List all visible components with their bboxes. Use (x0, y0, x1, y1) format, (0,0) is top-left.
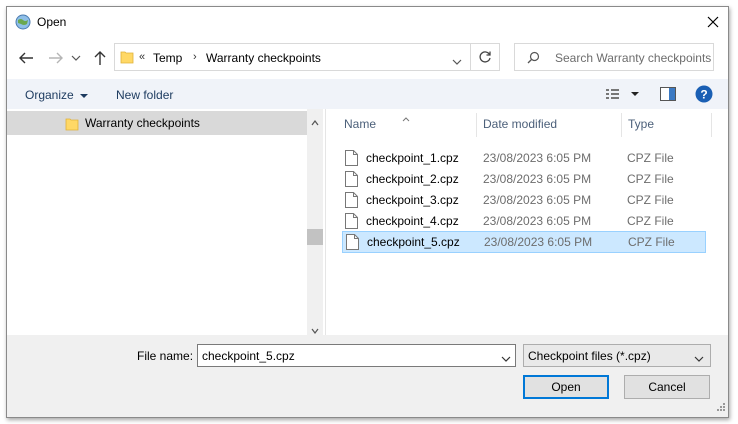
chevron-up-icon (311, 120, 319, 126)
file-list: Name Date modified Type checkpoint_1.cpz… (326, 109, 728, 335)
column-header-name[interactable]: Name (344, 117, 376, 143)
open-dialog: Open « Temp › Warranty checkpoints Searc… (6, 6, 729, 418)
close-icon (707, 16, 719, 28)
address-overflow[interactable]: « (139, 51, 145, 63)
address-dropdown[interactable] (452, 54, 462, 68)
file-name-value: checkpoint_5.cpz (202, 349, 295, 363)
chevron-down-icon (452, 59, 462, 65)
file-icon (345, 213, 358, 232)
chevron-down-icon (71, 55, 81, 61)
preview-pane-button[interactable] (660, 87, 676, 104)
command-bar: Organize New folder ? (7, 79, 728, 109)
breadcrumb-temp[interactable]: Temp (153, 51, 182, 65)
file-type: CPZ File (628, 235, 675, 249)
search-icon (527, 51, 540, 67)
globe-icon (15, 14, 31, 30)
nav-scrollbar[interactable] (307, 109, 323, 335)
breadcrumb-separator: › (193, 51, 197, 63)
file-row[interactable]: checkpoint_2.cpz 23/08/2023 6:05 PM CPZ … (342, 169, 706, 190)
folder-icon (65, 117, 79, 134)
breadcrumb-warranty-checkpoints[interactable]: Warranty checkpoints (206, 51, 321, 65)
new-folder-button[interactable]: New folder (116, 88, 173, 102)
file-row[interactable]: checkpoint_4.cpz 23/08/2023 6:05 PM CPZ … (342, 211, 706, 232)
up-button[interactable] (90, 48, 110, 68)
column-name-label: Name (344, 117, 377, 131)
file-row[interactable]: checkpoint_3.cpz 23/08/2023 6:05 PM CPZ … (342, 190, 706, 211)
file-type-select[interactable]: Checkpoint files (*.cpz) (523, 344, 711, 367)
open-button[interactable]: Open (523, 375, 609, 399)
file-date: 23/08/2023 6:05 PM (483, 214, 592, 228)
arrow-left-icon (19, 52, 33, 64)
address-bar[interactable]: « Temp › Warranty checkpoints (114, 43, 471, 71)
chevron-down-icon (501, 356, 511, 362)
nav-item-label: Warranty checkpoints (85, 116, 200, 130)
back-button[interactable] (16, 48, 36, 68)
file-type: CPZ File (627, 151, 674, 165)
search-input[interactable]: Search Warranty checkpoints (555, 51, 711, 65)
file-name: checkpoint_4.cpz (366, 214, 459, 228)
file-row-selected[interactable]: checkpoint_5.cpz 23/08/2023 6:05 PM CPZ … (342, 231, 706, 253)
refresh-button[interactable] (470, 43, 500, 71)
file-name-input[interactable]: checkpoint_5.cpz (197, 344, 516, 367)
help-button[interactable]: ? (695, 85, 713, 106)
search-box[interactable]: Search Warranty checkpoints (514, 43, 714, 71)
file-type: CPZ File (627, 172, 674, 186)
help-icon: ? (695, 85, 713, 103)
file-icon (345, 192, 358, 211)
caret-down-icon (79, 93, 88, 98)
file-type: CPZ File (627, 193, 674, 207)
view-options-icon (606, 89, 639, 99)
close-button[interactable] (698, 7, 728, 37)
resize-grip-icon[interactable] (716, 401, 726, 415)
sort-ascending-icon (402, 111, 410, 125)
file-name: checkpoint_2.cpz (366, 172, 459, 186)
file-date: 23/08/2023 6:05 PM (484, 235, 593, 249)
nav-item-warranty-checkpoints[interactable]: Warranty checkpoints (7, 111, 307, 135)
view-options-button[interactable] (605, 87, 641, 104)
file-date: 23/08/2023 6:05 PM (483, 193, 592, 207)
file-row[interactable]: checkpoint_1.cpz 23/08/2023 6:05 PM CPZ … (342, 148, 706, 169)
column-header-type[interactable]: Type (628, 117, 654, 143)
file-type: CPZ File (627, 214, 674, 228)
dialog-footer: File name: checkpoint_5.cpz Checkpoint f… (7, 335, 728, 417)
file-date: 23/08/2023 6:05 PM (483, 172, 592, 186)
arrow-up-icon (94, 51, 106, 65)
folder-icon (120, 50, 134, 67)
file-name-dropdown[interactable] (501, 351, 511, 365)
file-icon (345, 171, 358, 190)
organize-label: Organize (25, 88, 74, 102)
title-bar: Open (7, 7, 728, 37)
scroll-up-button[interactable] (311, 115, 319, 129)
navigation-pane: Warranty checkpoints (7, 109, 325, 335)
column-header-date-modified[interactable]: Date modified (483, 117, 557, 143)
organize-button[interactable]: Organize (25, 88, 88, 102)
column-separator[interactable] (711, 113, 712, 137)
arrow-right-icon (49, 52, 63, 64)
file-name: checkpoint_1.cpz (366, 151, 459, 165)
file-date: 23/08/2023 6:05 PM (483, 151, 592, 165)
cancel-button[interactable]: Cancel (624, 375, 710, 399)
refresh-icon (479, 51, 491, 63)
window-title: Open (37, 15, 67, 29)
preview-pane-icon (660, 87, 676, 101)
forward-button[interactable] (46, 48, 66, 68)
column-separator[interactable] (476, 113, 477, 137)
file-icon (345, 150, 358, 169)
file-name: checkpoint_3.cpz (366, 193, 459, 207)
file-icon (346, 234, 359, 253)
chevron-down-icon (694, 356, 704, 362)
chevron-down-icon (311, 328, 319, 334)
scroll-thumb[interactable] (307, 229, 323, 245)
file-name: checkpoint_5.cpz (367, 235, 460, 249)
svg-text:?: ? (700, 88, 707, 102)
file-name-label: File name: (137, 349, 194, 363)
file-type-dropdown[interactable] (694, 351, 704, 365)
recent-locations-button[interactable] (69, 48, 83, 68)
column-separator[interactable] (621, 113, 622, 137)
file-type-selected: Checkpoint files (*.cpz) (528, 349, 651, 363)
